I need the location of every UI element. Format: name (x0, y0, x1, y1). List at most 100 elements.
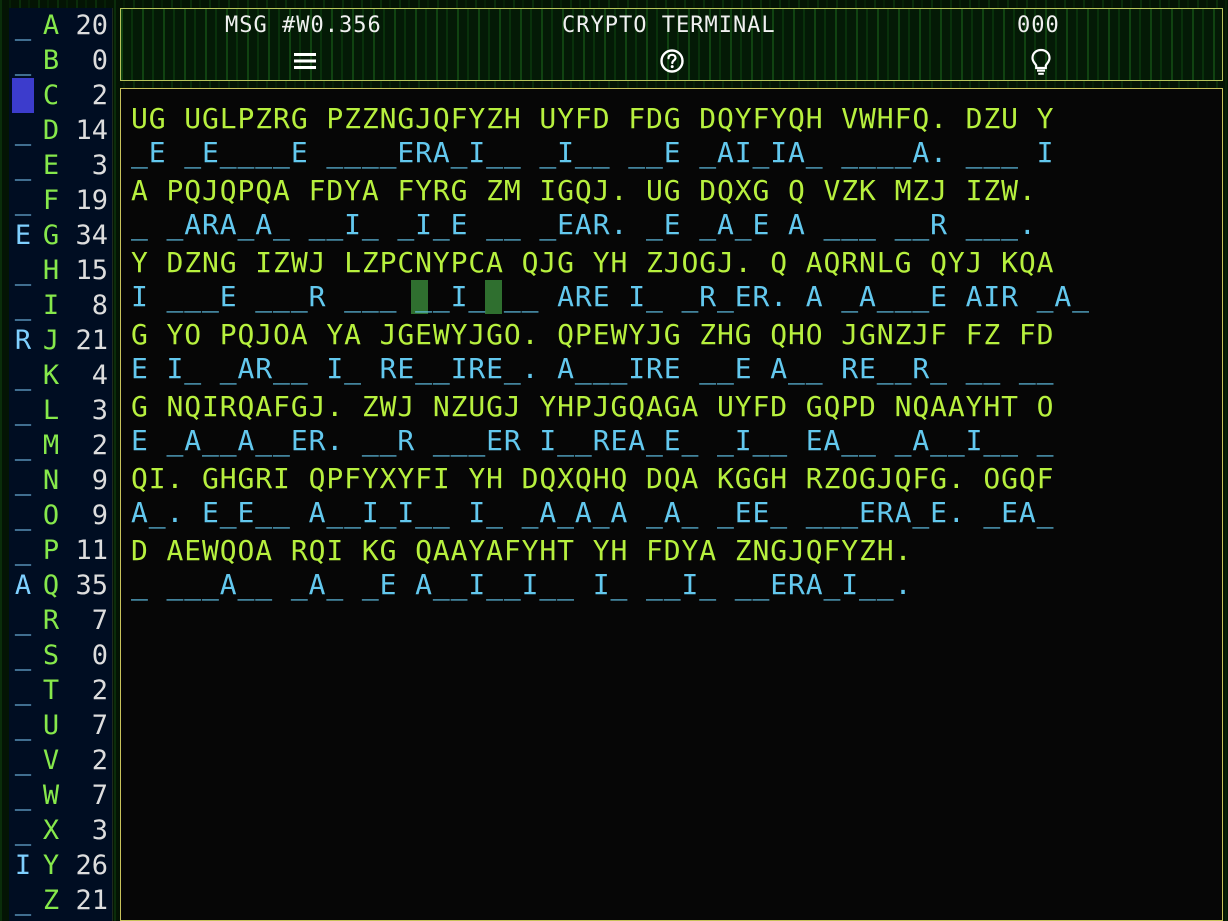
letter-row-s[interactable]: _ S 0 (9, 638, 112, 673)
substitution-slot[interactable]: _ (12, 708, 34, 743)
letter-row-o[interactable]: _ O 9 (9, 498, 112, 533)
cipher-letter: E (42, 150, 60, 181)
letter-row-z[interactable]: _ Z 21 (9, 883, 112, 918)
letter-row-n[interactable]: _ N 9 (9, 463, 112, 498)
substitution-slot[interactable]: _ (12, 253, 34, 288)
letter-row-c[interactable]: _ C 2 (9, 78, 112, 113)
letter-count: 2 (91, 80, 108, 111)
letter-row-e[interactable]: _ E 3 (9, 148, 112, 183)
letter-row-y[interactable]: I Y 26 (9, 848, 112, 883)
letter-count: 20 (75, 10, 108, 41)
cipher-letter: O (42, 500, 60, 531)
cipher-line[interactable]: G YO PQJOA YA JGEWYJGO. QPEWYJG ZHG QHO … (131, 317, 1054, 353)
substitution-slot[interactable]: _ (12, 148, 34, 183)
substitution-slot[interactable]: _ (12, 673, 34, 708)
cipher-line[interactable]: G NQIRQAFGJ. ZWJ NZUGJ YHPJGQAGA UYFD GQ… (131, 389, 1054, 425)
substitution-slot[interactable]: _ (12, 463, 34, 498)
substitution-slot[interactable]: _ (12, 603, 34, 638)
letter-count: 3 (91, 150, 108, 181)
letter-count: 7 (91, 605, 108, 636)
plaintext-line[interactable]: A_. E_E__ A__I_I__ I_ _A_A_A _A_ _EE_ __… (131, 495, 1054, 531)
substitution-slot[interactable]: E (12, 218, 34, 253)
menu-icon[interactable] (290, 48, 320, 78)
substitution-slot[interactable]: _ (12, 288, 34, 323)
substitution-slot[interactable]: R (12, 323, 34, 358)
hint-icon[interactable] (1026, 48, 1056, 78)
letter-row-i[interactable]: _ I 8 (9, 288, 112, 323)
cipher-letter: J (42, 325, 60, 356)
letter-row-p[interactable]: _ P 11 (9, 533, 112, 568)
substitution-slot[interactable]: _ (12, 393, 34, 428)
substitution-slot[interactable]: _ (12, 498, 34, 533)
substitution-slot[interactable]: _ (12, 813, 34, 848)
substitution-slot[interactable]: A (12, 568, 34, 603)
letter-row-q[interactable]: A Q 35 (9, 568, 112, 603)
cipher-letter: R (42, 605, 60, 636)
letter-count: 9 (91, 500, 108, 531)
letter-count: 7 (91, 780, 108, 811)
letter-row-k[interactable]: _ K 4 (9, 358, 112, 393)
letter-row-r[interactable]: _ R 7 (9, 603, 112, 638)
substitution-slot[interactable]: _ (12, 113, 34, 148)
substitution-slot[interactable]: I (12, 848, 34, 883)
cipher-line[interactable]: QI. GHGRI QPFYXYFI YH DQXQHQ DQA KGGH RZ… (131, 461, 1054, 497)
letter-row-u[interactable]: _ U 7 (9, 708, 112, 743)
cipher-line[interactable]: Y DZNG IZWJ LZPCNYPCA QJG YH ZJOGJ. Q AQ… (131, 245, 1054, 281)
letter-count: 26 (75, 850, 108, 881)
letter-row-h[interactable]: _ H 15 (9, 253, 112, 288)
cipher-letter: N (42, 465, 60, 496)
substitution-slot[interactable]: _ (12, 358, 34, 393)
letter-row-v[interactable]: _ V 2 (9, 743, 112, 778)
letter-count: 2 (91, 745, 108, 776)
cipher-letter: Y (42, 850, 60, 881)
substitution-slot[interactable]: _ (12, 883, 34, 918)
message-id: MSG #W0.356 (225, 13, 382, 38)
letter-row-m[interactable]: _ M 2 (9, 428, 112, 463)
letter-row-a[interactable]: _ A 20 (9, 8, 112, 43)
app-title: CRYPTO TERMINAL (562, 13, 776, 38)
substitution-slot[interactable]: _ (12, 78, 34, 113)
substitution-slot[interactable]: _ (12, 533, 34, 568)
cipher-letter: X (42, 815, 60, 846)
plaintext-line[interactable]: E I_ _AR__ I_ RE__IRE_. A___IRE __E A__ … (131, 351, 1054, 387)
letter-count: 3 (91, 395, 108, 426)
cipher-letter: A (42, 10, 60, 41)
plaintext-line[interactable]: E _A__A__ER. __R ___ER I__REA_E_ _I__ EA… (131, 423, 1054, 459)
plaintext-line[interactable]: I ___E ___R ___ __I_ __ ARE I_ _R_ER. A … (131, 279, 1090, 315)
substitution-slot[interactable]: _ (12, 778, 34, 813)
cipher-letter: F (42, 185, 60, 216)
cipher-line[interactable]: A PQJQPQA FDYA FYRG ZM IGQJ. UG DQXG Q V… (131, 173, 1037, 209)
substitution-slot[interactable]: _ (12, 8, 34, 43)
letter-row-d[interactable]: _ D 14 (9, 113, 112, 148)
header-bar: MSG #W0.356 CRYPTO TERMINAL 000 (120, 8, 1223, 81)
letter-count: 35 (75, 570, 108, 601)
letter-row-x[interactable]: _ X 3 (9, 813, 112, 848)
cipher-letter: P (42, 535, 60, 566)
cipher-letter: H (42, 255, 60, 286)
letter-row-t[interactable]: _ T 2 (9, 673, 112, 708)
cipher-letter: T (42, 675, 60, 706)
letter-row-l[interactable]: _ L 3 (9, 393, 112, 428)
letter-row-g[interactable]: E G 34 (9, 218, 112, 253)
substitution-slot[interactable]: _ (12, 183, 34, 218)
letter-row-b[interactable]: _ B 0 (9, 43, 112, 78)
plaintext-line[interactable]: _E _E____E ____ERA_I__ _I__ __E _AI_IA_ … (131, 135, 1054, 171)
letter-count: 11 (75, 535, 108, 566)
letter-count: 34 (75, 220, 108, 251)
plaintext-line[interactable]: _ _ARA_A_ __I_ _I_E __ _EAR. _E _A_E A _… (131, 207, 1037, 243)
cipher-line[interactable]: UG UGLPZRG PZZNGJQFYZH UYFD FDG DQYFYQH … (131, 101, 1054, 137)
cipher-line[interactable]: D AEWQOA RQI KG QAAYAFYHT YH FDYA ZNGJQF… (131, 533, 912, 569)
substitution-slot[interactable]: _ (12, 43, 34, 78)
substitution-slot[interactable]: _ (12, 638, 34, 673)
substitution-slot[interactable]: _ (12, 428, 34, 463)
cipher-letter: B (42, 45, 60, 76)
help-icon[interactable] (657, 48, 687, 78)
plaintext-line[interactable]: _ ___A__ _A_ _E A__I__I__ I_ __I_ __ERA_… (131, 567, 912, 603)
letter-row-f[interactable]: _ F 19 (9, 183, 112, 218)
letter-row-j[interactable]: R J 21 (9, 323, 112, 358)
cipher-letter: I (42, 290, 60, 321)
substitution-slot[interactable]: _ (12, 743, 34, 778)
letter-count: 21 (75, 325, 108, 356)
letter-row-w[interactable]: _ W 7 (9, 778, 112, 813)
cipher-letter: W (42, 780, 60, 811)
